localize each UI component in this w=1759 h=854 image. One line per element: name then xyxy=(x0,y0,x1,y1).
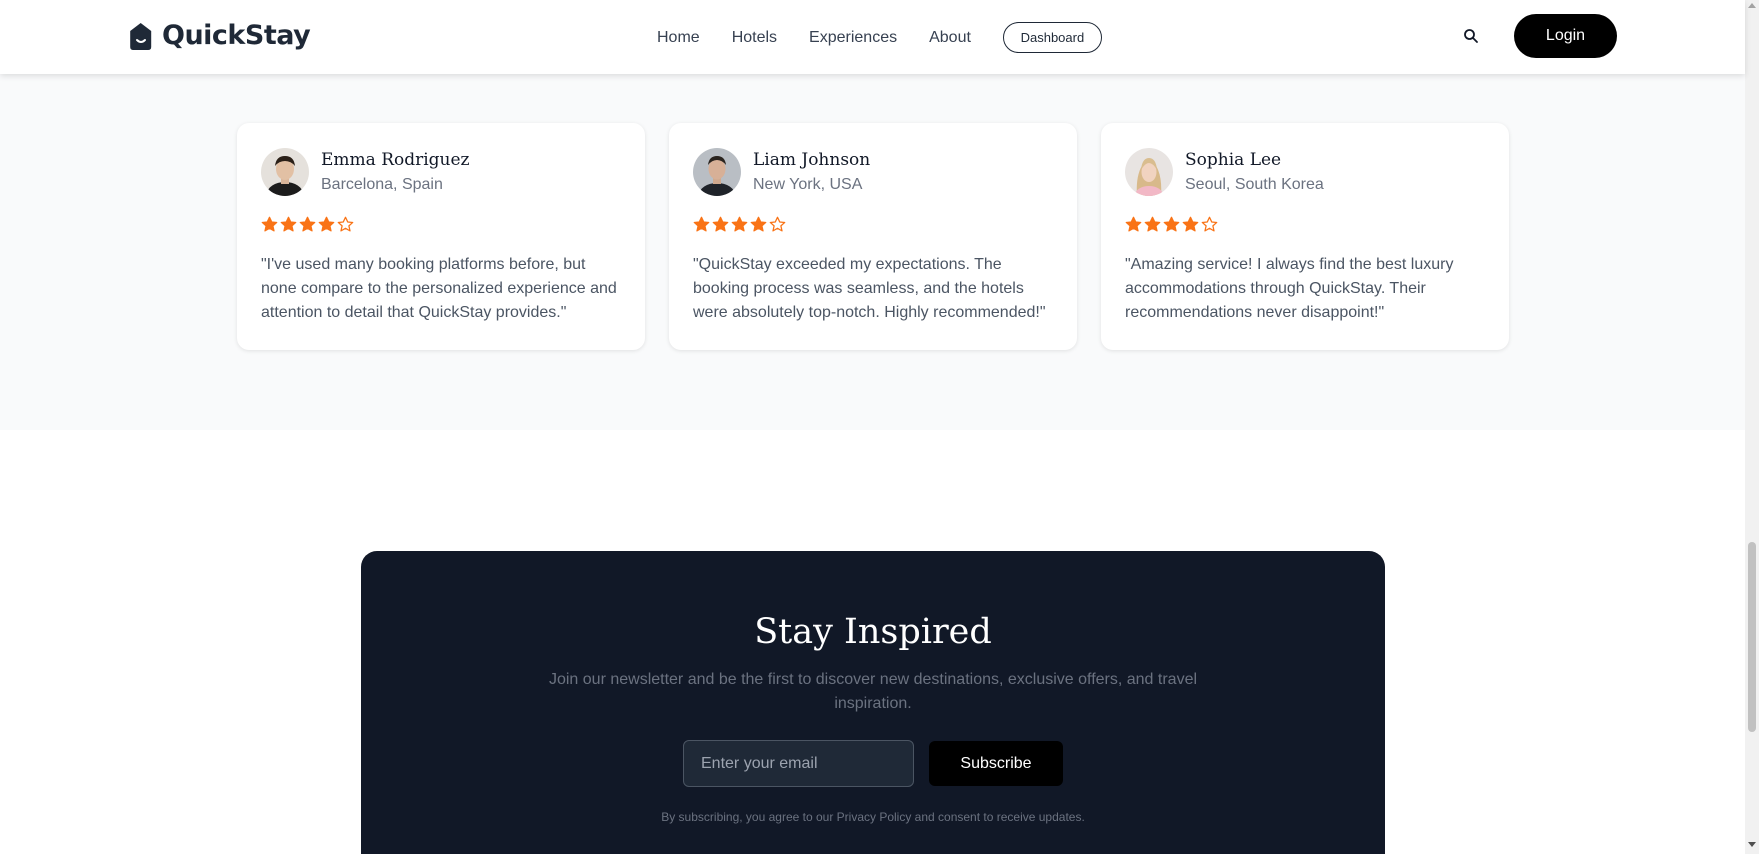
top-navbar: QuickStay Home Hotels Experiences About … xyxy=(0,0,1745,74)
nav-about[interactable]: About xyxy=(929,26,971,50)
star-icon xyxy=(1201,216,1218,232)
testimonial-card: Emma Rodriguez Barcelona, Spain "I've us… xyxy=(237,123,645,350)
brand-logo[interactable]: QuickStay xyxy=(127,20,311,51)
reviewer-location: Seoul, South Korea xyxy=(1185,176,1324,193)
star-icon xyxy=(337,216,354,232)
login-button[interactable]: Login xyxy=(1514,14,1617,58)
avatar xyxy=(261,148,309,196)
star-icon xyxy=(769,216,786,232)
subscribe-button[interactable]: Subscribe xyxy=(929,741,1063,786)
star-icon xyxy=(731,216,748,232)
star-icon xyxy=(261,216,278,232)
logo-icon xyxy=(127,21,155,51)
star-icon xyxy=(1182,216,1199,232)
newsletter-section: Stay Inspired Join our newsletter and be… xyxy=(361,551,1385,854)
star-icon xyxy=(750,216,767,232)
star-rating xyxy=(261,216,621,236)
nav-hotels[interactable]: Hotels xyxy=(732,26,777,50)
newsletter-legal-text: By subscribing, you agree to our Privacy… xyxy=(661,810,1085,824)
star-icon xyxy=(280,216,297,232)
avatar xyxy=(693,148,741,196)
dashboard-button[interactable]: Dashboard xyxy=(1002,22,1102,53)
testimonial-card: Sophia Lee Seoul, South Korea "Amazing s… xyxy=(1101,123,1509,350)
nav-home[interactable]: Home xyxy=(657,26,700,50)
review-text: "Amazing service! I always find the best… xyxy=(1125,256,1454,321)
star-rating xyxy=(1125,216,1485,236)
reviewer-name: Liam Johnson xyxy=(753,150,871,170)
star-icon xyxy=(712,216,729,232)
testimonial-card: Liam Johnson New York, USA "QuickStay ex… xyxy=(669,123,1077,350)
scroll-down-icon[interactable] xyxy=(1748,842,1756,847)
review-text: "I've used many booking platforms before… xyxy=(261,256,617,321)
star-icon xyxy=(1163,216,1180,232)
main-nav: Home Hotels Experiences About Dashboard xyxy=(657,22,1102,53)
review-text: "QuickStay exceeded my expectations. The… xyxy=(693,256,1046,321)
star-rating xyxy=(693,216,1053,236)
nav-experiences[interactable]: Experiences xyxy=(809,26,897,50)
reviewer-name: Emma Rodriguez xyxy=(321,150,470,170)
scrollbar-thumb[interactable] xyxy=(1748,542,1756,732)
star-icon xyxy=(693,216,710,232)
reviewer-name: Sophia Lee xyxy=(1185,150,1282,170)
email-input[interactable] xyxy=(683,740,914,787)
reviewer-location: Barcelona, Spain xyxy=(321,176,443,193)
search-icon[interactable] xyxy=(1463,28,1479,44)
newsletter-title: Stay Inspired xyxy=(754,612,992,652)
star-icon xyxy=(1144,216,1161,232)
star-icon xyxy=(318,216,335,232)
avatar xyxy=(1125,148,1173,196)
scroll-up-icon[interactable] xyxy=(1748,3,1756,8)
testimonials-section: Emma Rodriguez Barcelona, Spain "I've us… xyxy=(0,74,1745,430)
star-icon xyxy=(299,216,316,232)
brand-name: QuickStay xyxy=(162,20,311,51)
newsletter-subtitle: Join our newsletter and be the first to … xyxy=(548,671,1198,712)
star-icon xyxy=(1125,216,1142,232)
page-scrollbar[interactable] xyxy=(1745,0,1759,854)
reviewer-location: New York, USA xyxy=(753,176,863,193)
